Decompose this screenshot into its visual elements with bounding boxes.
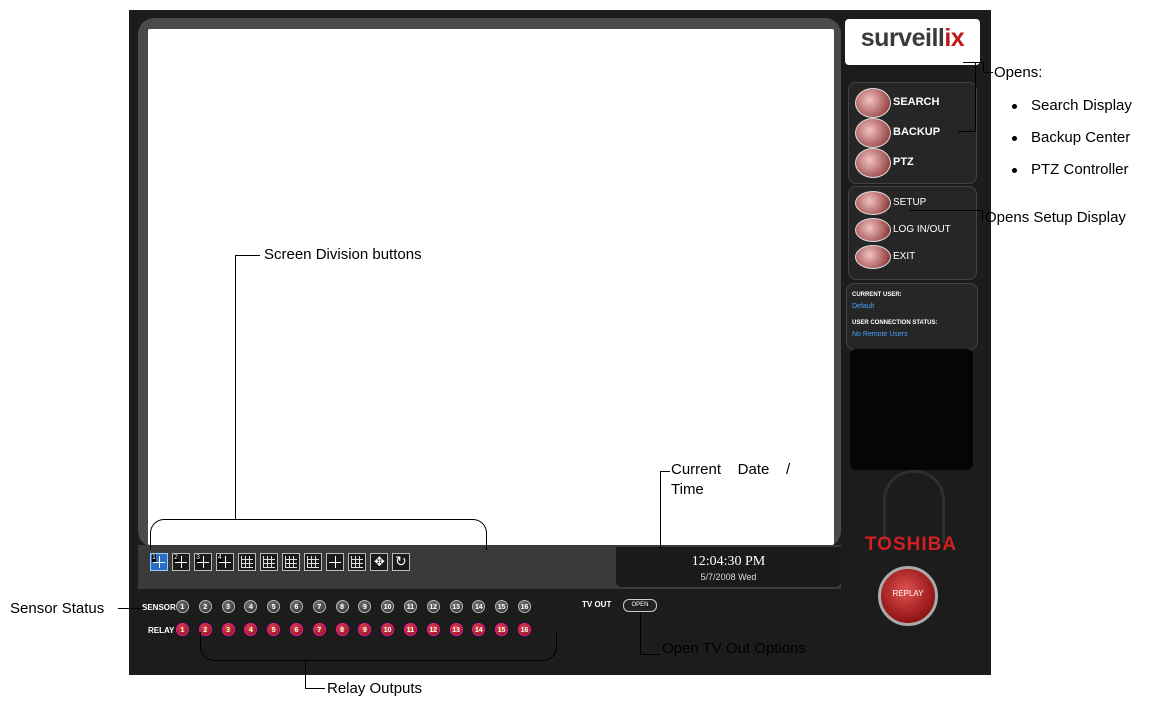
datetime-annotation-line2: Time — [671, 481, 704, 498]
maker-logo: TOSHIBA — [864, 534, 958, 555]
opens-item-ptz: PTZ Controller — [1012, 161, 1129, 178]
annotation-line — [660, 471, 661, 549]
division-3-button[interactable]: 3 — [194, 553, 212, 571]
sensor-indicator-16: 16 — [518, 600, 531, 613]
division-number: 4 — [218, 554, 222, 562]
opens-item-backup: Backup Center — [1012, 129, 1130, 146]
annotation-line — [963, 62, 983, 63]
division-8-button[interactable] — [348, 553, 366, 571]
division-number: 3 — [196, 554, 200, 562]
annotation-line — [910, 210, 982, 211]
annotation-brace — [150, 519, 487, 550]
sequence-icon[interactable]: ↻ — [392, 553, 410, 571]
division-2-button[interactable]: 2 — [172, 553, 190, 571]
replay-label: REPLAY — [892, 589, 924, 598]
tvout-open-button[interactable]: OPEN — [623, 599, 657, 612]
division-16-button[interactable] — [304, 553, 322, 571]
backup-label: BACKUP — [893, 126, 941, 138]
backup-icon — [855, 118, 891, 148]
current-time: 12:04:30 PM — [691, 554, 766, 569]
login-label: LOG IN/OUT — [893, 224, 951, 235]
sensor-status-annotation: Sensor Status — [10, 600, 105, 617]
division-1-button[interactable]: 1 — [150, 553, 168, 571]
sensor-indicator-7: 7 — [312, 600, 326, 613]
setup-annotation: Opens Setup Display — [985, 209, 1126, 226]
division-number: 1 — [152, 554, 156, 562]
exit-icon — [855, 245, 891, 269]
division-4-button[interactable]: 4 — [216, 553, 234, 571]
connection-status-label: USER CONNECTION STATUS: — [852, 320, 938, 326]
annotation-line — [235, 255, 236, 519]
sensor-indicator-12: 12 — [426, 600, 440, 613]
annotation-line — [983, 72, 993, 73]
annotation-line — [982, 210, 983, 220]
sensor-indicator-11: 11 — [404, 600, 417, 613]
sensor-indicator-2: 2 — [198, 600, 212, 613]
annotation-line — [305, 688, 325, 689]
division-9b-button[interactable] — [260, 553, 278, 571]
division-9-button[interactable] — [238, 553, 256, 571]
annotation-line — [235, 255, 260, 256]
search-button[interactable]: SEARCH — [855, 88, 980, 118]
annotation-line — [983, 62, 984, 73]
fullscreen-icon[interactable]: ✥ — [370, 553, 388, 571]
annotation-line — [958, 131, 976, 132]
annotation-line — [640, 612, 641, 654]
decorative-arch — [883, 470, 945, 543]
backup-button[interactable]: BACKUP — [855, 118, 980, 148]
search-label: SEARCH — [893, 96, 940, 108]
division-6-button[interactable] — [326, 553, 344, 571]
division-number: 2 — [174, 554, 178, 562]
annotation-brace — [200, 632, 557, 661]
setup-icon — [855, 191, 891, 215]
sensor-indicator-6: 6 — [290, 600, 303, 613]
setup-button[interactable]: SETUP — [855, 191, 980, 215]
sensor-indicator-8: 8 — [335, 600, 349, 613]
current-user-value: Default — [852, 303, 875, 310]
division-10-button[interactable] — [282, 553, 300, 571]
exit-button[interactable]: EXIT — [855, 245, 980, 269]
datetime-annotation-line1: Current Date / — [671, 461, 791, 478]
connection-status-value: No Remote Users — [852, 331, 908, 338]
annotation-line — [118, 608, 144, 609]
exit-label: EXIT — [893, 251, 916, 262]
preview-pane — [850, 349, 973, 470]
search-icon — [855, 88, 891, 118]
tvout-annotation: Open TV Out Options — [662, 640, 806, 657]
sensor-indicator-13: 13 — [449, 600, 463, 613]
current-date: 5/7/2008 Wed — [700, 572, 757, 582]
opens-item-search: Search Display — [1012, 97, 1132, 114]
annotation-line — [305, 660, 306, 688]
relay-label: RELAY — [148, 626, 175, 635]
sensor-label: SENSOR — [142, 603, 176, 612]
sensor-indicator-1: 1 — [176, 600, 189, 613]
annotation-line — [975, 62, 976, 132]
login-icon — [855, 218, 891, 242]
logo-text: surveillix — [860, 24, 965, 52]
login-button[interactable]: LOG IN/OUT — [855, 218, 980, 242]
annotation-line — [660, 471, 670, 472]
relay-outputs-annotation: Relay Outputs — [327, 680, 423, 697]
ptz-icon — [855, 148, 891, 178]
opens-annotation: Opens: — [994, 64, 1043, 81]
screen-division-annotation: Screen Division buttons — [264, 246, 422, 263]
relay-button-1[interactable]: 1 — [176, 623, 189, 636]
ptz-label: PTZ — [893, 156, 914, 168]
sensor-indicator-3: 3 — [221, 600, 235, 613]
tvout-label: TV OUT — [582, 600, 612, 609]
annotation-line — [640, 654, 660, 655]
ptz-button[interactable]: PTZ — [855, 148, 980, 178]
current-user-label: CURRENT USER: — [852, 292, 902, 298]
setup-label: SETUP — [893, 197, 927, 208]
